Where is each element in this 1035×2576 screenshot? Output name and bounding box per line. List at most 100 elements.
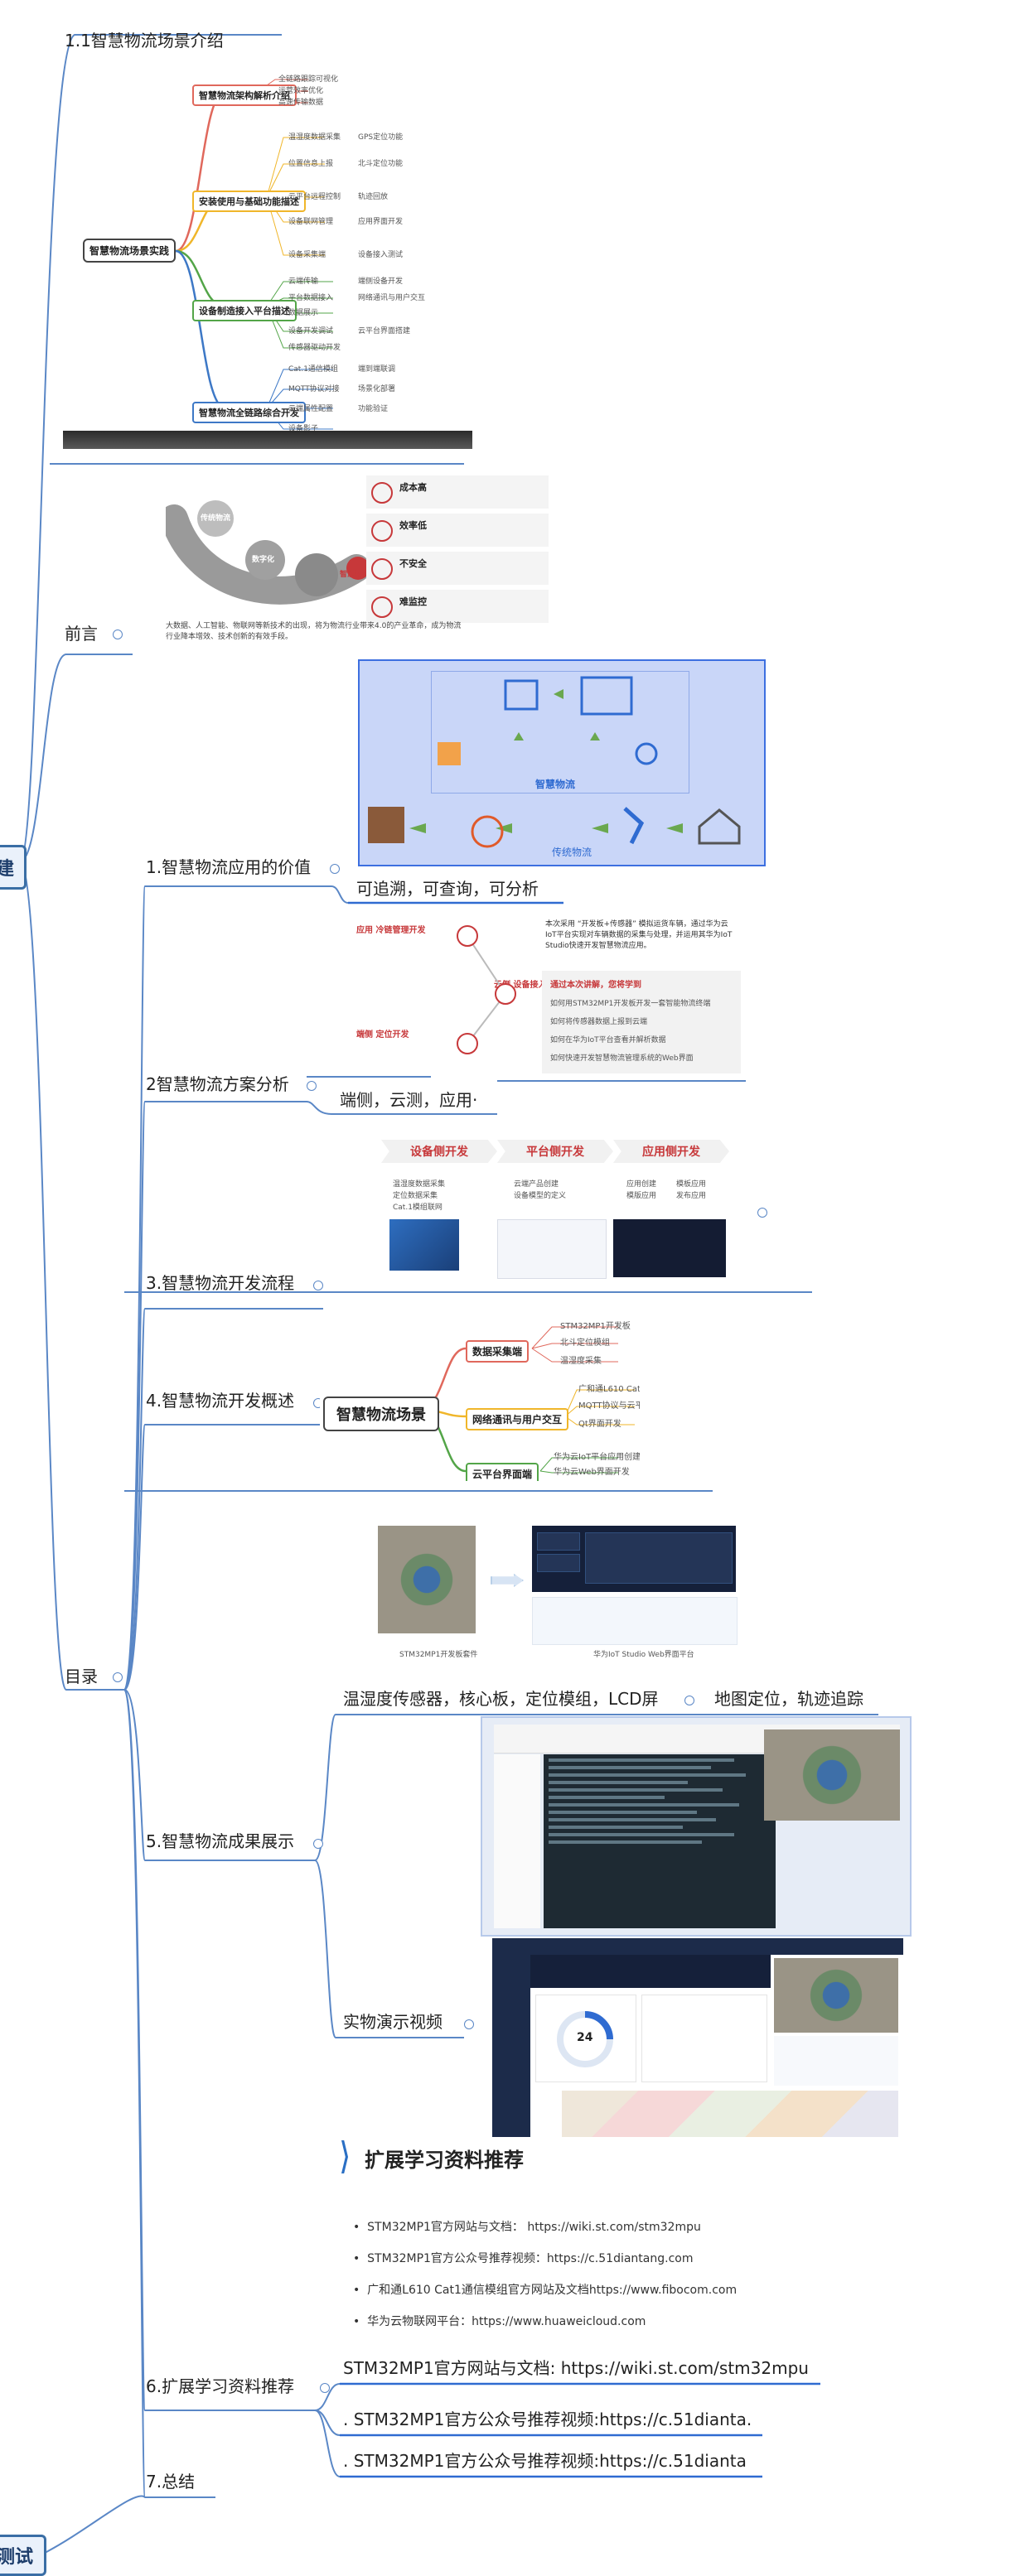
node-extended[interactable]: 6.扩展学习资料推荐 <box>146 2376 294 2397</box>
value-issue-3: 不安全 <box>366 552 549 585</box>
value-strip-image[interactable]: 传统物流 数字化 智慧物流 成本高 效率低 不安全 难监控 大数据、人工智能、物… <box>149 469 555 648</box>
resource-item-text: 华为云物联网平台：https://www.huaweicloud.com <box>367 2315 646 2328</box>
terminal-pane <box>544 1754 776 1928</box>
resource-item[interactable]: • 华为云物联网平台：https://www.huaweicloud.com <box>353 2313 646 2329</box>
analysis-bullet: 如何快速开发智慧物流管理系统的Web界面 <box>550 1054 694 1063</box>
node-results[interactable]: 5.智慧物流成果展示 <box>146 1831 294 1852</box>
top-leaf: 全链路跟踪可视化 <box>278 75 339 84</box>
value-strip-arc <box>166 500 370 605</box>
node-value-sub[interactable]: 可追溯，可查询，可分析 <box>356 878 539 900</box>
value-issue-4: 难监控 <box>366 590 549 623</box>
dash-tile <box>585 1532 733 1584</box>
top-mindmap-main: 智慧物流场景实践 <box>83 239 177 263</box>
value-issue-title: 效率低 <box>399 520 427 531</box>
dev-flow-platform-shot <box>497 1219 607 1279</box>
analysis-image[interactable]: 应用 冷链管理开发 云侧 设备接入开发 端侧 定位开发 本次采用 “开发板+传感… <box>348 911 742 1073</box>
results-terminal-image[interactable] <box>481 1716 912 1937</box>
terminal-line <box>549 1803 739 1807</box>
dev-flow-title-2: 平台侧开发 <box>497 1140 613 1163</box>
resource-item[interactable]: • STM32MP1官方网站与文档： https://wiki.st.com/s… <box>353 2218 701 2235</box>
terminal-line <box>549 1796 665 1799</box>
app-banner <box>530 1955 771 1988</box>
dev-flow-item: Cat.1模组联网 <box>393 1204 443 1212</box>
results-overview-image[interactable]: STM32MP1开发板套件 华为IoT Studio Web界面平台 <box>375 1522 739 1663</box>
app-gauge-value: 24 <box>577 2031 593 2044</box>
collapse-toggle-results[interactable] <box>313 1839 323 1849</box>
node-summary[interactable]: 7.总结 <box>146 2471 195 2492</box>
value-issue-title: 难监控 <box>399 596 427 607</box>
results-board-photo <box>378 1526 476 1633</box>
value-issue-icon <box>371 520 393 542</box>
collapse-toggle-extended[interactable] <box>320 2383 330 2393</box>
node-extended-sub1[interactable]: STM32MP1官方网站与文档: https://wiki.st.com/stm… <box>343 2357 809 2379</box>
dev-overview-leaf: 华为云IoT平台应用创建 <box>554 1453 640 1462</box>
analysis-step-1: 端侧 定位开发 <box>356 1030 409 1040</box>
terminal-line <box>549 1781 688 1784</box>
logistics-icons <box>368 676 741 848</box>
node-results-sub2[interactable]: 地图定位，轨迹追踪 <box>714 1688 863 1710</box>
node-scene-intro[interactable]: 1.1智慧物流场景介绍 <box>65 30 224 51</box>
dev-flow-item: 设备模型的定义 <box>514 1192 567 1200</box>
terminal-line <box>549 1766 711 1769</box>
node-extended-sub3[interactable]: . STM32MP1官方公众号推荐视频:https://c.51dianta <box>343 2450 747 2472</box>
collapse-toggle-toc[interactable] <box>113 1672 123 1682</box>
collapse-toggle-value[interactable] <box>330 864 340 874</box>
node-dev-overview[interactable]: 4.智慧物流开发概述 <box>146 1390 294 1411</box>
collapse-toggle-dev-flow-card[interactable] <box>757 1208 767 1218</box>
analysis-bullet: 如何用STM32MP1开发板开发一套智能物流终端 <box>550 1000 711 1008</box>
app-chart-card <box>641 1995 767 2082</box>
top-leaf: 轨迹回放 <box>358 193 389 201</box>
node-preface[interactable]: 前言 <box>65 623 98 644</box>
root-label: 建 <box>0 859 14 880</box>
root-node[interactable]: 建 <box>0 845 27 890</box>
resource-item-text: 广和通L610 Cat1通信模组官方网站及文档https://www.fiboc… <box>367 2284 738 2297</box>
node-analysis[interactable]: 2智慧物流方案分析 <box>146 1073 289 1095</box>
dev-overview-image[interactable]: 智慧物流场景 数据采集端 网络通讯与用户交互 云平台界面端 STM32MP1开发… <box>320 1319 640 1481</box>
top-mindmap-image[interactable]: 智慧物流场景实践 智慧物流架构解析介绍 安装使用与基础功能描述 设备制造接入平台… <box>76 65 474 441</box>
collapse-toggle-analysis[interactable] <box>307 1081 317 1091</box>
top-leaf: GPS定位功能 <box>358 133 404 142</box>
dev-flow-item: 发布应用 <box>676 1192 707 1200</box>
results-chart-shot <box>532 1597 738 1645</box>
dev-flow-item: 应用创建 <box>626 1180 657 1189</box>
dev-overview-main: 智慧物流场景 <box>323 1397 439 1431</box>
node-results-sub3[interactable]: 实物演示视频 <box>343 2011 443 2033</box>
dev-overview-leaf: 温湿度采集 <box>560 1357 602 1366</box>
dev-flow-app-shot <box>613 1219 726 1277</box>
collapse-toggle-results-sub1[interactable] <box>684 1696 694 1705</box>
collapse-toggle-results-sub3[interactable] <box>464 2019 474 2029</box>
resource-item[interactable]: • 广和通L610 Cat1通信模组官方网站及文档https://www.fib… <box>353 2281 737 2298</box>
root-node-bottom[interactable]: 测试 <box>0 2535 46 2576</box>
top-leaf: 云平台远程控制 <box>288 193 341 201</box>
node-results-sub1[interactable]: 温湿度传感器，核心板，定位模组，LCD屏 <box>343 1688 659 1710</box>
resource-item[interactable]: • STM32MP1官方公众号推荐视频：https://c.51diantang… <box>353 2250 693 2266</box>
dash-tile <box>537 1532 580 1551</box>
resources-heading: 扩展学习资料推荐 <box>365 2149 524 2172</box>
logistics-diagram-image[interactable]: 智慧物流 传统物流 <box>358 659 766 866</box>
top-leaf: 端侧设备开发 <box>358 277 404 286</box>
results-caption-right: 华为IoT Studio Web界面平台 <box>593 1651 694 1659</box>
node-analysis-sub[interactable]: 端侧，云测，应用· <box>340 1089 477 1111</box>
dev-overview-branch-2: 网络通讯与用户交互 <box>466 1408 569 1430</box>
value-issue-title: 成本高 <box>399 482 427 493</box>
node-toc[interactable]: 目录 <box>65 1666 98 1687</box>
app-device-photo <box>774 1958 898 2033</box>
node-extended-sub2[interactable]: . STM32MP1官方公众号推荐视频:https://c.51dianta. <box>343 2409 752 2430</box>
terminal-line <box>549 1833 734 1836</box>
app-white-panel <box>774 2036 898 2086</box>
node-value[interactable]: 1.智慧物流应用的价值 <box>146 856 311 878</box>
top-leaf: 应用界面开发 <box>358 218 404 226</box>
dev-flow-title-1: 设备侧开发 <box>381 1140 497 1163</box>
node-dev-flow[interactable]: 3.智慧物流开发流程 <box>146 1272 294 1294</box>
analysis-intro: 本次采用 “开发板+传感器” 模拟运货车辆，通过华为云IoT平台实现对车辆数据的… <box>545 920 733 950</box>
collapse-toggle-preface[interactable] <box>113 630 123 639</box>
dev-overview-leaf: STM32MP1开发板 <box>560 1322 631 1331</box>
logistics-caption-smart: 智慧物流 <box>535 779 576 790</box>
results-app-image[interactable]: 24 <box>492 1938 903 2137</box>
app-topbar <box>492 1938 903 1955</box>
collapse-toggle-dev-flow[interactable] <box>313 1281 323 1290</box>
dev-flow-image[interactable]: 设备侧开发 平台侧开发 应用侧开发 温湿度数据采集 定位数据采集 Cat.1模组… <box>373 1136 733 1282</box>
dev-overview-branch-1: 数据采集端 <box>466 1340 530 1363</box>
terminal-line <box>549 1826 684 1829</box>
dev-flow-board-photo <box>389 1219 459 1271</box>
